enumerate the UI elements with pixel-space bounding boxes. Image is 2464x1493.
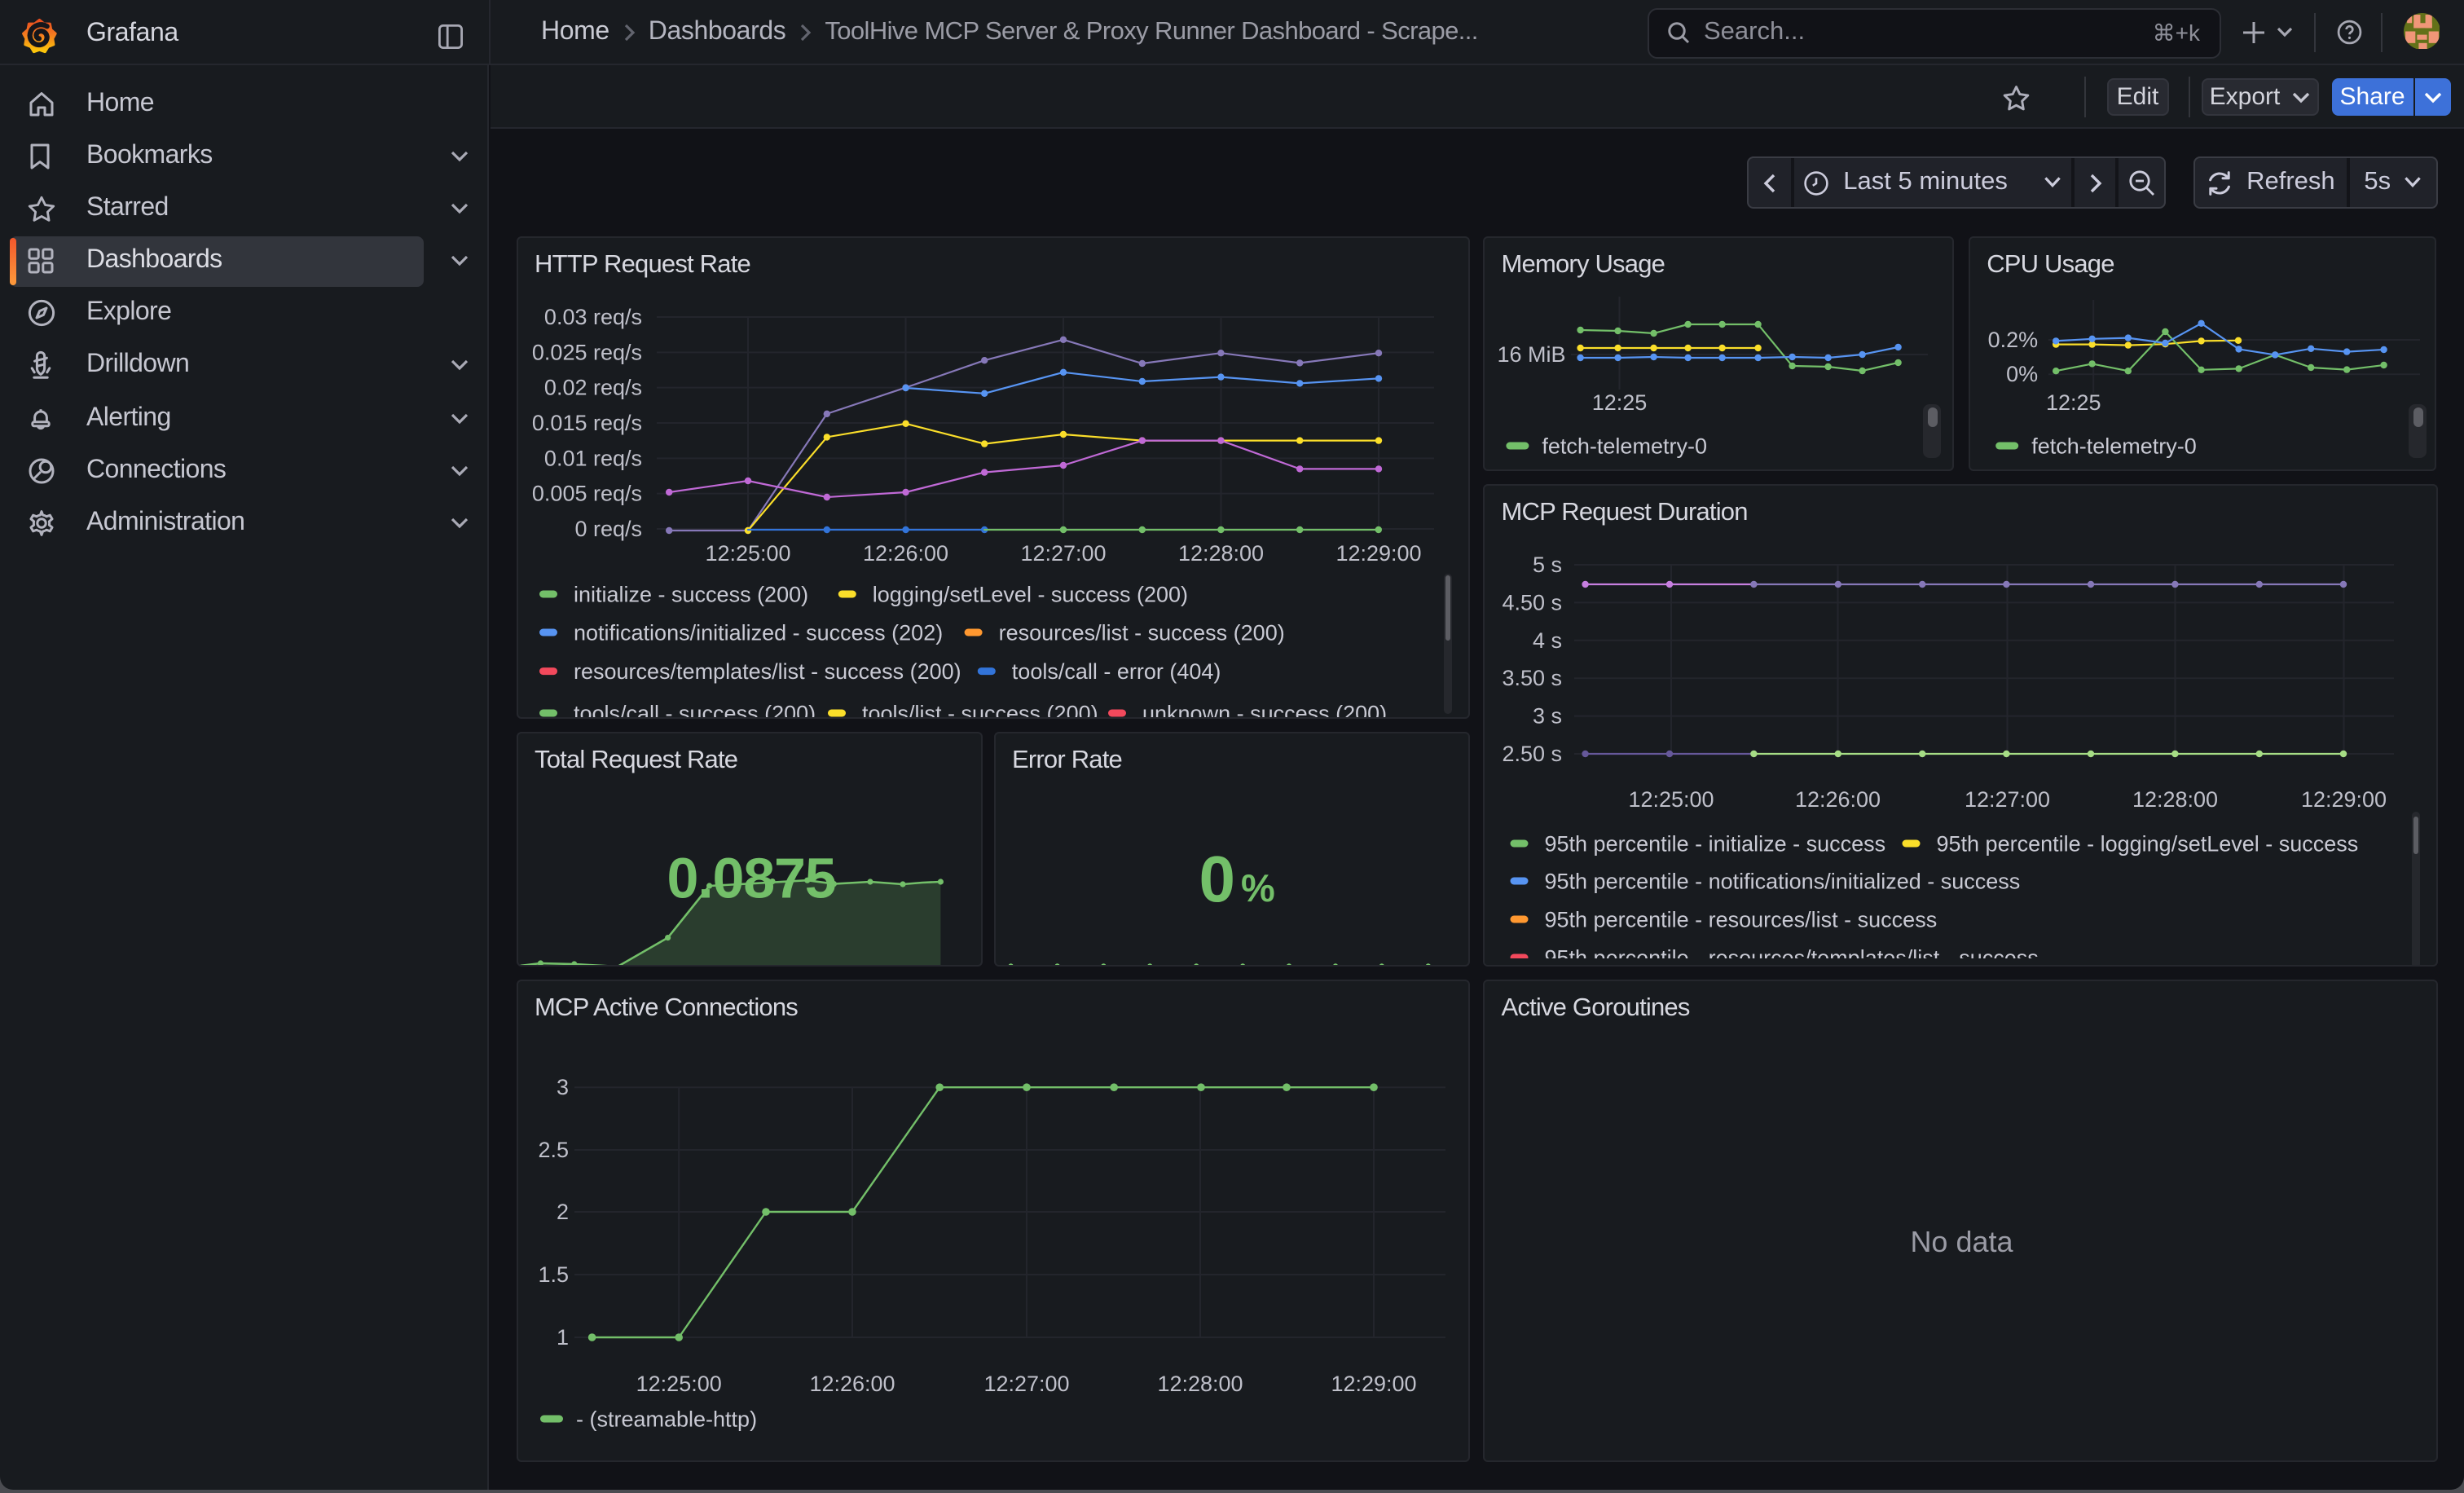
svg-text:0.02 req/s: 0.02 req/s: [544, 375, 642, 399]
svg-text:tools/call - success (200): tools/call - success (200): [574, 700, 816, 718]
svg-text:resources/list - success (200): resources/list - success (200): [999, 619, 1285, 644]
svg-text:0.025 req/s: 0.025 req/s: [532, 339, 642, 363]
svg-text:3 s: 3 s: [1533, 703, 1562, 728]
svg-text:fetch-telemetry-0: fetch-telemetry-0: [1542, 433, 1708, 457]
svg-text:- (streamable-http): - (streamable-http): [576, 1406, 757, 1430]
svg-text:logging/setLevel - success (20: logging/setLevel - success (200): [873, 581, 1188, 606]
svg-text:0.2%: 0.2%: [1988, 327, 2039, 351]
svg-text:0%: 0%: [2006, 361, 2038, 385]
svg-text:12:28:00: 12:28:00: [2132, 786, 2218, 811]
svg-text:tools/call - error (404): tools/call - error (404): [1012, 658, 1221, 683]
svg-text:12:27:00: 12:27:00: [983, 1371, 1069, 1395]
svg-text:12:25: 12:25: [1592, 390, 1648, 414]
svg-text:12:25:00: 12:25:00: [636, 1371, 722, 1395]
svg-text:tools/list - success (200): tools/list - success (200): [862, 700, 1098, 718]
svg-text:1: 1: [557, 1324, 569, 1349]
svg-text:95th percentile - resources/li: 95th percentile - resources/list - succe…: [1545, 906, 1938, 931]
svg-text:12:25:00: 12:25:00: [705, 540, 790, 565]
svg-text:0.03 req/s: 0.03 req/s: [544, 304, 642, 328]
svg-text:95th percentile - notification: 95th percentile - notifications/initiali…: [1545, 868, 2021, 892]
svg-text:12:25:00: 12:25:00: [1629, 786, 1714, 811]
svg-text:95th percentile - logging/setL: 95th percentile - logging/setLevel - suc…: [1937, 830, 2359, 855]
svg-text:12:27:00: 12:27:00: [1965, 786, 2050, 811]
svg-text:5 s: 5 s: [1533, 552, 1562, 576]
svg-text:3: 3: [557, 1074, 569, 1099]
svg-text:4.50 s: 4.50 s: [1503, 589, 1563, 614]
svg-text:0.005 req/s: 0.005 req/s: [532, 481, 642, 505]
svg-text:0.0875: 0.0875: [667, 846, 836, 909]
svg-text:4 s: 4 s: [1533, 628, 1562, 652]
svg-text:resources/templates/list - suc: resources/templates/list - success (200): [574, 658, 961, 683]
svg-text:0.01 req/s: 0.01 req/s: [544, 445, 642, 469]
svg-text:12:29:00: 12:29:00: [1331, 1371, 1416, 1395]
svg-text:0 req/s: 0 req/s: [574, 516, 642, 540]
svg-text:12:28:00: 12:28:00: [1157, 1371, 1243, 1395]
svg-text:16 MiB: 16 MiB: [1498, 341, 1566, 366]
svg-text:0.015 req/s: 0.015 req/s: [532, 410, 642, 434]
svg-text:12:29:00: 12:29:00: [1335, 540, 1421, 565]
svg-text:95th percentile - initialize -: 95th percentile - initialize - success: [1545, 830, 1886, 855]
svg-text:initialize - success (200): initialize - success (200): [574, 581, 808, 606]
svg-text:3.50 s: 3.50 s: [1503, 665, 1563, 689]
svg-text:12:27:00: 12:27:00: [1020, 540, 1106, 565]
svg-text:12:26:00: 12:26:00: [1795, 786, 1881, 811]
svg-text:fetch-telemetry-0: fetch-telemetry-0: [2031, 433, 2197, 457]
svg-text:unknown - success (200): unknown - success (200): [1142, 700, 1387, 718]
svg-text:12:25: 12:25: [2046, 390, 2101, 414]
svg-text:12:29:00: 12:29:00: [2301, 786, 2387, 811]
svg-text:0: 0: [1199, 842, 1236, 914]
svg-text:12:26:00: 12:26:00: [809, 1371, 895, 1395]
svg-text:12:26:00: 12:26:00: [863, 540, 948, 565]
svg-text:2: 2: [557, 1199, 569, 1223]
svg-text:2.50 s: 2.50 s: [1503, 741, 1563, 765]
svg-text:%: %: [1241, 865, 1275, 909]
svg-text:2.5: 2.5: [538, 1137, 569, 1161]
svg-text:notifications/initialized - su: notifications/initialized - success (202…: [574, 619, 943, 644]
svg-text:12:28:00: 12:28:00: [1178, 540, 1264, 565]
svg-text:1.5: 1.5: [538, 1262, 569, 1286]
